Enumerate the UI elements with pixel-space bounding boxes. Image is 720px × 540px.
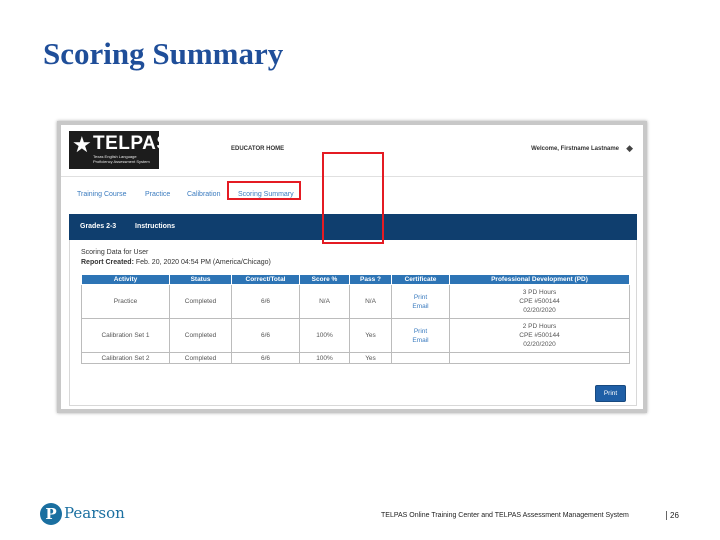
table-row: Practice Completed 6/6 N/A N/A Print Ema…: [81, 284, 630, 319]
grade-label: Grades 2-3: [80, 223, 117, 230]
cell-status: Completed: [169, 318, 232, 353]
cell-score: 100%: [299, 352, 350, 364]
scoring-panel: Scoring Data for User Report Created: Fe…: [69, 240, 637, 406]
tab-calibration[interactable]: Calibration: [187, 191, 220, 198]
pd-hours: 3 PD Hours: [522, 289, 557, 296]
cell-correct: 6/6: [231, 284, 300, 319]
table-row: Calibration Set 2 Completed 6/6 100% Yes: [81, 352, 630, 364]
cell-certificate: Print Email: [391, 318, 450, 353]
pd-cpe: CPE #500144: [519, 332, 560, 339]
logo-subtitle: Texas English Language Proficiency Asses…: [93, 154, 150, 164]
report-created-label: Report Created:: [81, 259, 134, 266]
page-number: 26: [666, 511, 679, 520]
cell-certificate: [391, 352, 450, 364]
educator-home-label[interactable]: EDUCATOR HOME: [231, 146, 284, 152]
table-row: Calibration Set 1 Completed 6/6 100% Yes…: [81, 318, 630, 353]
certificate-highlight: [322, 152, 384, 244]
cell-pd: 2 PD Hours CPE #500144 02/20/2020: [449, 318, 630, 353]
logo-word: TELPAS: [93, 133, 170, 154]
col-correct-total: Correct/Total: [231, 274, 300, 285]
pd-date: 02/20/2020: [523, 341, 556, 348]
cell-activity: Calibration Set 2: [81, 352, 170, 364]
certificate-print-link[interactable]: Print: [392, 293, 449, 302]
pearson-mark-icon: P: [40, 503, 62, 525]
certificate-email-link[interactable]: Email: [392, 302, 449, 311]
cell-pd: [449, 352, 630, 364]
cell-certificate: Print Email: [391, 284, 450, 319]
certificate-email-link[interactable]: Email: [392, 336, 449, 345]
col-activity: Activity: [81, 274, 170, 285]
cell-pass: Yes: [349, 318, 392, 353]
certificate-print-link[interactable]: Print: [392, 327, 449, 336]
report-created: Report Created: Feb. 20, 2020 04:54 PM (…: [81, 259, 271, 266]
cell-pd: 3 PD Hours CPE #500144 02/20/2020: [449, 284, 630, 319]
tab-training-course[interactable]: Training Course: [77, 191, 127, 198]
cell-score: 100%: [299, 318, 350, 353]
pd-cpe: CPE #500144: [519, 298, 560, 305]
col-certificate: Certificate: [391, 274, 450, 285]
star-icon: ★: [72, 132, 92, 157]
pd-date: 02/20/2020: [523, 307, 556, 314]
scoring-data-label: Scoring Data for User: [81, 249, 149, 256]
scoring-table: Activity Status Correct/Total Score % Pa…: [81, 274, 630, 364]
cell-activity: Calibration Set 1: [81, 318, 170, 353]
print-button[interactable]: Print: [595, 385, 626, 402]
cell-score: N/A: [299, 284, 350, 319]
table-header-row: Activity Status Correct/Total Score % Pa…: [81, 274, 630, 285]
pd-hours: 2 PD Hours: [522, 323, 557, 330]
cell-correct: 6/6: [231, 352, 300, 364]
telpas-logo: ★ TELPAS Texas English Language Proficie…: [69, 131, 169, 169]
welcome-user: Welcome, Firstname Lastname: [531, 146, 619, 152]
cell-pass: N/A: [349, 284, 392, 319]
footer-text: TELPAS Online Training Center and TELPAS…: [381, 512, 629, 519]
cell-status: Completed: [169, 284, 232, 319]
slide-title: Scoring Summary: [43, 36, 284, 71]
tab-practice[interactable]: Practice: [145, 191, 170, 198]
cell-status: Completed: [169, 352, 232, 364]
col-pass: Pass ?: [349, 274, 392, 285]
cell-pass: Yes: [349, 352, 392, 364]
col-pd: Professional Development (PD): [449, 274, 630, 285]
report-created-value: Feb. 20, 2020 04:54 PM (America/Chicago): [135, 259, 271, 266]
scoring-summary-highlight: [227, 181, 301, 200]
cell-correct: 6/6: [231, 318, 300, 353]
col-status: Status: [169, 274, 232, 285]
instructions-link[interactable]: Instructions: [135, 223, 175, 230]
col-score: Score %: [299, 274, 350, 285]
cell-activity: Practice: [81, 284, 170, 319]
settings-caret-icon[interactable]: ◆: [626, 143, 633, 154]
pearson-wordmark: Pearson: [64, 504, 125, 522]
